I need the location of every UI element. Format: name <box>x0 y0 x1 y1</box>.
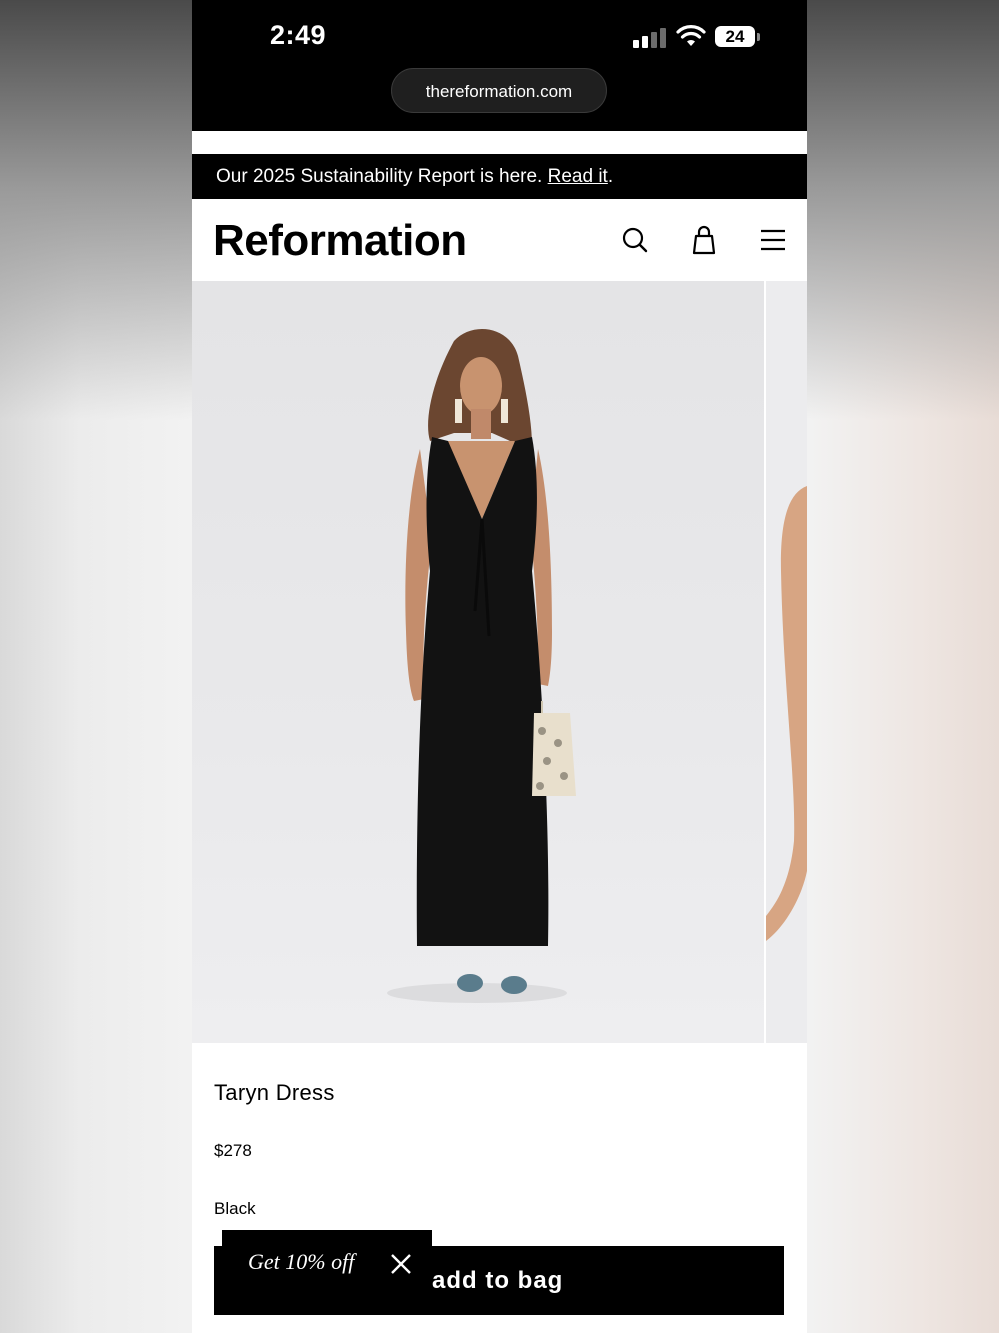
promo-label[interactable]: Get 10% off <box>248 1249 354 1275</box>
read-it-link[interactable]: Read it <box>548 166 608 187</box>
site-header: Reformation <box>192 200 807 280</box>
announcement-suffix: . <box>607 166 614 187</box>
product-image-next[interactable] <box>766 281 807 1043</box>
next-slide-arm <box>766 486 807 941</box>
menu-icon[interactable] <box>758 224 788 256</box>
close-icon[interactable] <box>390 1253 412 1275</box>
search-icon[interactable] <box>620 224 650 256</box>
promo-popup[interactable]: Get 10% off <box>222 1230 432 1297</box>
status-bar: 2:49 24 thereformation.com <box>192 0 807 131</box>
signal-icon <box>633 28 667 48</box>
battery-icon: 24 <box>715 26 755 47</box>
logo[interactable]: Reformation <box>213 216 467 266</box>
battery-tip <box>757 33 760 41</box>
backdrop-right <box>807 0 999 420</box>
product-image-gallery[interactable] <box>192 281 807 1043</box>
product-price: $278 <box>214 1141 252 1160</box>
announcement-text: Our 2025 Sustainability Report is here. <box>216 166 548 187</box>
status-time: 2:49 <box>270 20 327 50</box>
model-figure <box>387 329 576 1003</box>
announcement-banner: Our 2025 Sustainability Report is here. … <box>192 154 807 199</box>
phone-screen: 2:49 24 thereformation.com Our 2025 Sust… <box>192 0 807 1333</box>
product-image-main[interactable] <box>192 281 764 1043</box>
product-color: Black <box>214 1199 256 1218</box>
backdrop-left <box>0 0 192 420</box>
product-name: Taryn Dress <box>214 1080 335 1105</box>
wifi-icon <box>676 25 706 46</box>
url-bar[interactable]: thereformation.com <box>391 68 607 113</box>
bag-icon[interactable] <box>689 224 719 256</box>
